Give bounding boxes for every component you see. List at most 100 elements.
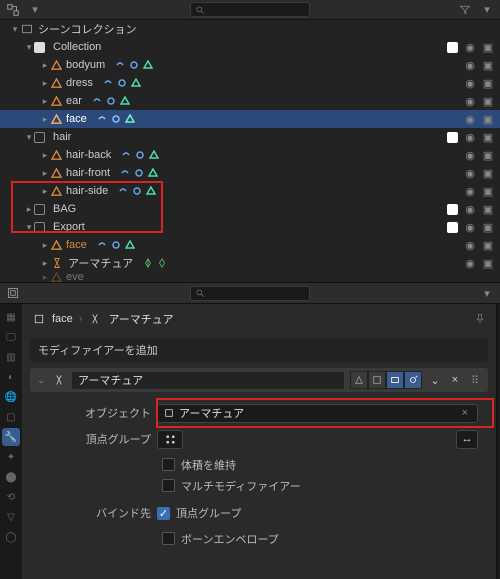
breadcrumb: face › アーマチュア: [22, 304, 496, 334]
mesh-row[interactable]: ▸ face ◉▣: [0, 236, 500, 254]
tab-world[interactable]: 🌐: [2, 388, 20, 406]
item-name: bodyum: [62, 59, 109, 71]
properties-header: ▾: [0, 282, 500, 304]
vgroup-label: 頂点グループ: [56, 431, 151, 447]
tab-particles[interactable]: ✦: [2, 448, 20, 466]
visibility-icon[interactable]: ◉: [464, 41, 476, 53]
mesh-icon: [50, 60, 62, 71]
scene-label: シーンコレクション: [34, 21, 140, 37]
modifier-name-field[interactable]: アーマチュア: [72, 372, 344, 389]
disclosure-icon[interactable]: ⌄: [36, 375, 46, 386]
crumb-modifier: アーマチュア: [108, 311, 173, 327]
new-collection-icon[interactable]: ▾: [480, 3, 494, 17]
mod-dropdown-icon[interactable]: ⌄: [428, 373, 442, 387]
collection-row[interactable]: ▾ hair ◉▣: [0, 128, 500, 146]
outliner-type-icon[interactable]: [6, 3, 20, 17]
outliner-tree: ▾ シーンコレクション ▾ Collection ◉ ▣ ▸ bodyum ◉ ▣…: [0, 20, 500, 282]
properties-search[interactable]: [190, 286, 310, 301]
visibility-icon[interactable]: ◉: [464, 59, 476, 71]
options-icon[interactable]: ▾: [480, 286, 494, 300]
properties-tabs: ▦ 🖵 ▥ ◐ 🌐 ▢ 🔧 ✦ ⬤ ⟲ ▽ ◯: [0, 304, 22, 579]
vgroup-field[interactable]: [157, 430, 183, 449]
mesh-row[interactable]: ▸ hair-side ◉▣: [0, 182, 500, 200]
render-icon[interactable]: ▣: [482, 59, 494, 71]
mod-extras-icon[interactable]: ⠿: [468, 373, 482, 387]
render-icon[interactable]: ▣: [482, 41, 494, 53]
mesh-row[interactable]: ▸ hair-front ◉▣: [0, 164, 500, 182]
tab-modifiers[interactable]: 🔧: [2, 428, 20, 446]
tab-viewlayer[interactable]: ▥: [2, 348, 20, 366]
item-name: ear: [62, 95, 86, 107]
collection-icon: [34, 42, 45, 53]
disclosure-icon[interactable]: ▸: [40, 60, 50, 71]
tab-data[interactable]: ▽: [2, 508, 20, 526]
display-mode-icon[interactable]: ▾: [28, 3, 42, 17]
properties-type-icon[interactable]: [6, 286, 20, 300]
mesh-row-selected[interactable]: ▸ face ◉▣: [0, 110, 500, 128]
mesh-row[interactable]: ▸ dress ◉▣: [0, 74, 500, 92]
scene-collection-row[interactable]: ▾ シーンコレクション: [0, 20, 500, 38]
properties-main: face › アーマチュア モディファイアーを追加 ⌄ アーマチュア ⌄ × ⠿: [22, 304, 496, 579]
tab-output[interactable]: 🖵: [2, 328, 20, 346]
collection-row[interactable]: ▾ Collection ◉ ▣: [0, 38, 500, 56]
pin-icon[interactable]: [474, 313, 486, 325]
preserve-volume-label: 体積を維持: [181, 457, 236, 473]
clear-icon[interactable]: ×: [459, 407, 471, 419]
armature-row[interactable]: ▸ アーマチュア ◉▣: [0, 254, 500, 272]
modifier-body: オブジェクト アーマチュア × 頂点グループ ↔ 体積を維持: [30, 392, 488, 555]
bind-envelope-checkbox[interactable]: [162, 532, 175, 545]
multi-modifier-label: マルチモディファイアー: [181, 478, 301, 494]
item-name: dress: [62, 77, 97, 89]
modifier-icons: [115, 60, 153, 70]
bind-envelope-label: ボーンエンベロープ: [181, 531, 279, 547]
mod-oncage-icon[interactable]: [350, 371, 368, 389]
tab-scene[interactable]: ◐: [2, 368, 20, 386]
mod-realtime-icon[interactable]: [386, 371, 404, 389]
multi-modifier-checkbox[interactable]: [162, 479, 175, 492]
modifier-header[interactable]: ⌄ アーマチュア ⌄ × ⠿: [30, 368, 488, 392]
bind-label: バインド先: [56, 505, 151, 521]
mesh-row[interactable]: ▸ hair-back ◉▣: [0, 146, 500, 164]
search-icon: [195, 5, 205, 15]
mesh-icon: [32, 312, 46, 326]
collection-icon: [34, 132, 45, 143]
mesh-row[interactable]: ▸ eve: [0, 272, 500, 282]
disclosure-icon[interactable]: ▾: [24, 42, 34, 53]
outliner-header: ▾ ▾: [0, 0, 500, 20]
tab-object[interactable]: ▢: [2, 408, 20, 426]
add-modifier-dropdown[interactable]: モディファイアーを追加: [30, 338, 488, 362]
armature-icon: [50, 256, 64, 270]
tab-physics[interactable]: ⬤: [2, 468, 20, 486]
object-field[interactable]: アーマチュア ×: [157, 404, 478, 423]
exclude-checkbox[interactable]: [447, 42, 458, 53]
scene-icon: [20, 22, 34, 36]
mod-delete-icon[interactable]: ×: [448, 373, 462, 387]
object-icon: [164, 408, 174, 418]
mod-editmode-icon[interactable]: [368, 371, 386, 389]
bind-vgroup-checkbox[interactable]: ✓: [157, 507, 170, 520]
collection-row[interactable]: ▸ BAG ◉▣: [0, 200, 500, 218]
armature-mod-icon: [88, 312, 102, 326]
disclosure-icon[interactable]: ▾: [10, 24, 20, 35]
armature-mod-icon: [52, 373, 66, 387]
item-name: hair: [49, 131, 75, 143]
item-name: Collection: [49, 41, 105, 53]
tab-material[interactable]: ◯: [2, 528, 20, 546]
preserve-volume-checkbox[interactable]: [162, 458, 175, 471]
filter-icon[interactable]: [458, 3, 472, 17]
tab-constraints[interactable]: ⟲: [2, 488, 20, 506]
outliner-search[interactable]: [190, 2, 310, 17]
object-label: オブジェクト: [56, 405, 151, 421]
bind-vgroup-label: 頂点グループ: [176, 505, 241, 521]
item-name: face: [62, 113, 91, 125]
vgroup-icon: [165, 434, 176, 445]
scrollbar[interactable]: [496, 304, 500, 579]
mod-render-icon[interactable]: [404, 371, 422, 389]
search-icon: [195, 288, 205, 298]
tab-render[interactable]: ▦: [2, 308, 20, 326]
crumb-object: face: [52, 313, 73, 325]
vgroup-invert[interactable]: ↔: [456, 430, 478, 449]
mesh-row[interactable]: ▸ bodyum ◉ ▣: [0, 56, 500, 74]
mesh-row[interactable]: ▸ ear ◉▣: [0, 92, 500, 110]
collection-row-export[interactable]: ▾ Export ◉▣: [0, 218, 500, 236]
